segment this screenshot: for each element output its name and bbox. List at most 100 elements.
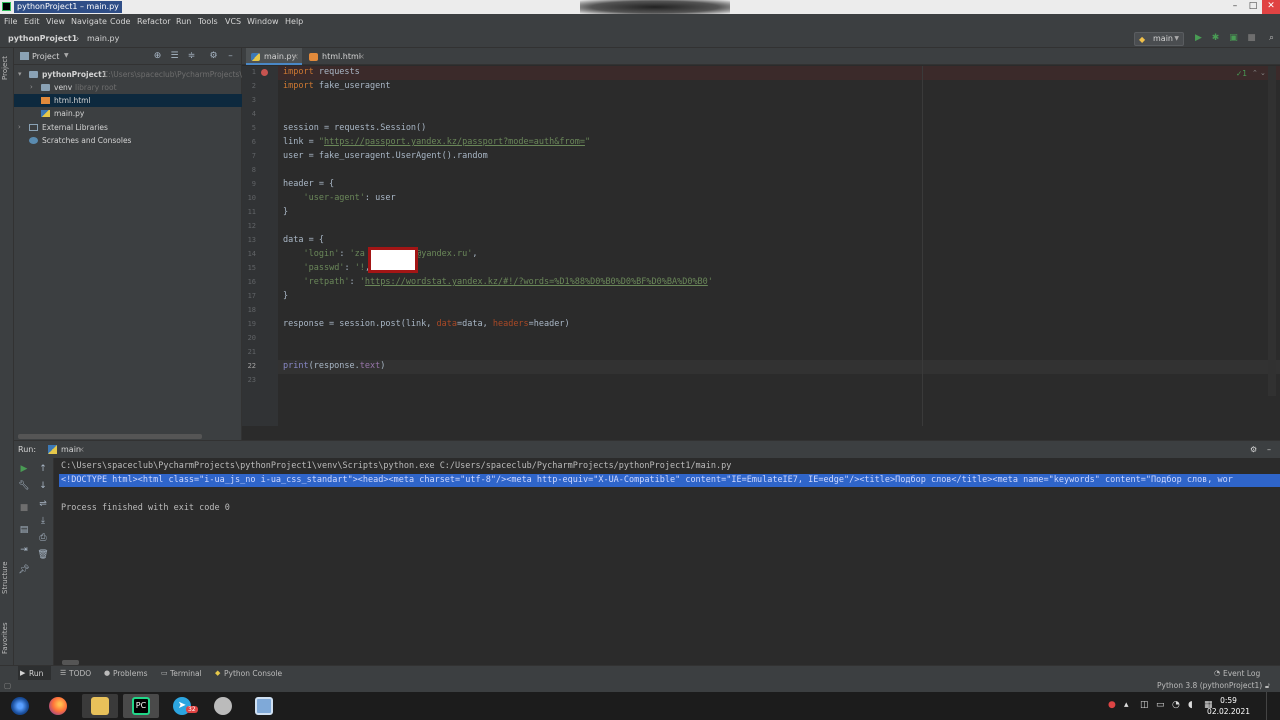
event-log-button[interactable]: ◔ Event Log bbox=[1212, 666, 1262, 681]
gear-icon[interactable]: ⚙ bbox=[1250, 445, 1257, 454]
start-button[interactable] bbox=[2, 694, 38, 718]
code-line: 'passwd': '!, bbox=[283, 263, 370, 273]
hide-panel-icon[interactable]: – bbox=[225, 51, 236, 62]
run-configuration-select[interactable]: ◆ main ▼ bbox=[1134, 32, 1184, 46]
breakpoint-icon[interactable] bbox=[261, 69, 268, 76]
menu-code[interactable]: Code bbox=[110, 17, 130, 26]
chevron-down-icon[interactable]: ▾ bbox=[18, 68, 22, 81]
maximize-button[interactable]: □ bbox=[1244, 0, 1262, 14]
structure-tool-tab[interactable]: Structure bbox=[1, 561, 9, 594]
coverage-icon[interactable]: ▣ bbox=[1228, 33, 1239, 44]
expand-all-icon[interactable]: ☰ bbox=[169, 51, 180, 62]
tab-python-console[interactable]: ◆ Python Console bbox=[213, 666, 285, 681]
tree-item-main-py[interactable]: main.py bbox=[14, 107, 242, 120]
chrome-tray-icon[interactable]: ● bbox=[1108, 700, 1116, 710]
tab-label: Problems bbox=[113, 669, 148, 678]
menu-vcs[interactable]: VCS bbox=[225, 17, 241, 26]
menu-run[interactable]: Run bbox=[176, 17, 191, 26]
taskbar-app[interactable] bbox=[205, 694, 241, 718]
gear-icon[interactable]: ⚙ bbox=[208, 51, 219, 62]
show-desktop-button[interactable] bbox=[1266, 692, 1280, 720]
close-tab-icon[interactable]: × bbox=[78, 445, 85, 454]
tab-main-py[interactable]: main.py × bbox=[246, 48, 302, 65]
code-editor[interactable]: ✓1 ⌃ ⌄ 1 2 3 4 5 6 7 8 9 10 11 12 13 14 15 16 17 18 19 20 21… bbox=[242, 66, 1280, 440]
scroll-to-end-icon[interactable]: ⤓ bbox=[37, 515, 49, 527]
stop-icon[interactable]: ■ bbox=[1246, 33, 1257, 44]
right-margin-guide bbox=[922, 66, 923, 426]
lock-icon[interactable]: 🔓︎ bbox=[1265, 681, 1270, 691]
pin-icon[interactable]: 📌︎ bbox=[18, 564, 30, 576]
wrench-icon[interactable]: 🔧︎ bbox=[18, 480, 30, 492]
locate-icon[interactable]: ⊕ bbox=[152, 51, 163, 62]
tree-item-external-libraries[interactable]: › External Libraries bbox=[14, 121, 242, 134]
trash-icon[interactable]: 🗑︎ bbox=[37, 549, 49, 561]
close-button[interactable]: ✕ bbox=[1262, 0, 1280, 14]
tree-item-venv[interactable]: › venv library root bbox=[14, 81, 242, 94]
line-number: 11 bbox=[247, 208, 256, 216]
menu-file[interactable]: File bbox=[4, 17, 17, 26]
line-gutter[interactable] bbox=[242, 66, 278, 426]
menu-edit[interactable]: Edit bbox=[24, 17, 40, 26]
run-icon[interactable]: ▶ bbox=[1193, 33, 1204, 44]
close-tab-icon[interactable]: × bbox=[292, 48, 299, 65]
interpreter-status[interactable]: Python 3.8 (pythonProject1) bbox=[1157, 681, 1262, 690]
navigation-bar: pythonProject1 › main.py ◆ main ▼ ▶ ✱ ▣ … bbox=[0, 30, 1280, 48]
debug-icon[interactable]: ✱ bbox=[1210, 33, 1221, 44]
collapse-all-icon[interactable]: ≑ bbox=[186, 51, 197, 62]
tray-icon[interactable]: ▴ bbox=[1124, 700, 1129, 710]
tree-item-html[interactable]: html.html bbox=[14, 94, 242, 107]
tree-item-project-root[interactable]: ▾ pythonProject1 C:\Users\spaceclub\Pych… bbox=[14, 68, 242, 81]
volume-tray-icon[interactable]: ◖ bbox=[1188, 700, 1193, 710]
breadcrumb-file[interactable]: main.py bbox=[87, 34, 119, 43]
stop-icon[interactable]: ■ bbox=[18, 502, 30, 514]
menu-refactor[interactable]: Refactor bbox=[137, 17, 171, 26]
tab-todo[interactable]: ☰ TODO bbox=[58, 666, 94, 681]
run-icon: ▶ bbox=[20, 669, 26, 677]
taskbar-pycharm[interactable]: PC bbox=[123, 694, 159, 718]
layout-icon[interactable]: ▤ bbox=[18, 524, 30, 536]
exit-icon[interactable]: ⇥ bbox=[18, 544, 30, 556]
chevron-right-icon[interactable]: › bbox=[18, 121, 21, 134]
tab-terminal[interactable]: ▭ Terminal bbox=[159, 666, 205, 681]
soft-wrap-icon[interactable]: ⇌ bbox=[37, 498, 49, 510]
firefox-icon bbox=[49, 697, 67, 715]
breadcrumb-project[interactable]: pythonProject1 bbox=[8, 34, 77, 43]
taskbar-window[interactable] bbox=[246, 694, 282, 718]
menu-window[interactable]: Window bbox=[247, 17, 279, 26]
clock[interactable]: 0:59 02.02.2021 bbox=[1207, 695, 1250, 717]
project-tool-tab[interactable]: Project bbox=[1, 56, 9, 80]
rerun-icon[interactable]: ▶ bbox=[18, 463, 30, 475]
menu-view[interactable]: View bbox=[46, 17, 65, 26]
chevron-right-icon[interactable]: › bbox=[30, 81, 33, 94]
code-token: =header) bbox=[528, 319, 570, 329]
taskbar-explorer[interactable] bbox=[82, 694, 118, 718]
minimize-button[interactable]: – bbox=[1226, 0, 1244, 14]
wifi-tray-icon[interactable]: ◔ bbox=[1172, 700, 1180, 710]
search-icon[interactable]: ⌕ bbox=[1266, 33, 1277, 44]
tab-problems[interactable]: ● Problems bbox=[102, 666, 152, 681]
menu-tools[interactable]: Tools bbox=[198, 17, 218, 26]
close-tab-icon[interactable]: × bbox=[358, 48, 365, 65]
arrow-down-icon[interactable]: ↓ bbox=[37, 480, 49, 492]
tree-item-label: Scratches and Consoles bbox=[42, 136, 132, 145]
battery-tray-icon[interactable]: ▭ bbox=[1156, 700, 1165, 710]
taskbar-telegram[interactable]: ➤ 32 bbox=[164, 694, 200, 718]
status-panel-icon[interactable]: ▢ bbox=[4, 681, 11, 690]
chevron-down-icon[interactable]: ⌄ bbox=[1260, 69, 1266, 77]
chevron-up-icon[interactable]: ⌃ bbox=[1252, 69, 1258, 77]
inspection-ok-icon[interactable]: ✓1 bbox=[1236, 69, 1247, 78]
tab-html-html[interactable]: html.html × bbox=[304, 48, 368, 65]
arrow-up-icon[interactable]: ↑ bbox=[37, 463, 49, 475]
network-tray-icon[interactable]: ◫ bbox=[1140, 700, 1149, 710]
menu-help[interactable]: Help bbox=[285, 17, 303, 26]
taskbar-firefox[interactable] bbox=[40, 694, 76, 718]
hide-panel-icon[interactable]: – bbox=[1267, 445, 1271, 454]
project-view-select[interactable]: Project bbox=[32, 52, 59, 61]
horizontal-scrollbar[interactable] bbox=[18, 434, 202, 439]
menu-navigate[interactable]: Navigate bbox=[71, 17, 107, 26]
favorites-tool-tab[interactable]: Favorites bbox=[1, 622, 9, 654]
print-icon[interactable]: ⎙ bbox=[37, 532, 49, 544]
tree-item-scratches[interactable]: Scratches and Consoles bbox=[14, 134, 242, 147]
tab-run[interactable]: ▶ Run bbox=[18, 666, 51, 681]
editor-scrollbar[interactable] bbox=[1268, 66, 1276, 396]
